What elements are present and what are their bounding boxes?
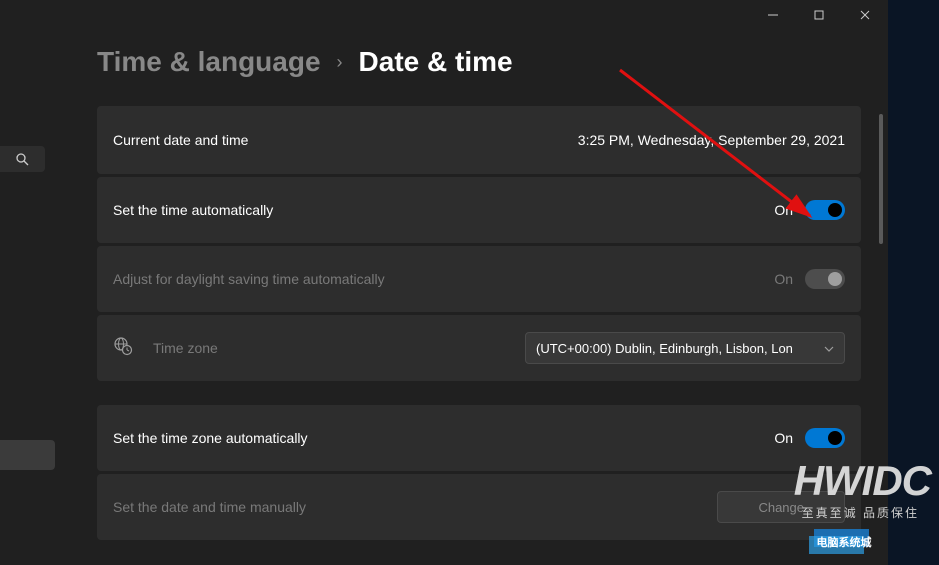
row-label: Set the time automatically xyxy=(113,202,273,218)
breadcrumb: Time & language › Date & time xyxy=(97,46,888,78)
toggle-state-label: On xyxy=(774,430,793,446)
close-button[interactable] xyxy=(842,0,888,30)
row-current-datetime: Current date and time 3:25 PM, Wednesday… xyxy=(97,106,861,174)
toggle-state-label: On xyxy=(774,202,793,218)
chevron-down-icon xyxy=(824,339,834,357)
row-auto-timezone: Set the time zone automatically On xyxy=(97,405,861,471)
sidebar-selected-item[interactable] xyxy=(0,440,55,470)
chevron-right-icon: › xyxy=(337,52,343,73)
row-label: Set the date and time manually xyxy=(113,499,306,515)
titlebar xyxy=(0,0,888,30)
settings-rows: Current date and time 3:25 PM, Wednesday… xyxy=(97,106,861,540)
row-label: Set the time zone automatically xyxy=(113,430,308,446)
row-label: Current date and time xyxy=(113,132,248,148)
auto-timezone-toggle[interactable] xyxy=(805,428,845,448)
row-dst: Adjust for daylight saving time automati… xyxy=(97,246,861,312)
breadcrumb-parent[interactable]: Time & language xyxy=(97,46,321,78)
row-timezone: Time zone (UTC+00:00) Dublin, Edinburgh,… xyxy=(97,315,861,381)
row-manual-datetime: Set the date and time manually Change xyxy=(97,474,861,540)
dst-toggle xyxy=(805,269,845,289)
timezone-dropdown[interactable]: (UTC+00:00) Dublin, Edinburgh, Lisbon, L… xyxy=(525,332,845,364)
scrollbar[interactable] xyxy=(879,114,883,244)
change-button: Change xyxy=(717,491,845,523)
maximize-button[interactable] xyxy=(796,0,842,30)
search-button[interactable] xyxy=(0,146,45,172)
content-area: Time & language › Date & time Current da… xyxy=(0,46,888,540)
row-auto-time: Set the time automatically On xyxy=(97,177,861,243)
row-label: Adjust for daylight saving time automati… xyxy=(113,271,385,287)
current-datetime-value: 3:25 PM, Wednesday, September 29, 2021 xyxy=(578,132,845,148)
dropdown-value: (UTC+00:00) Dublin, Edinburgh, Lisbon, L… xyxy=(536,341,793,356)
minimize-button[interactable] xyxy=(750,0,796,30)
row-label: Time zone xyxy=(153,340,218,356)
globe-clock-icon xyxy=(113,336,133,361)
settings-window: Time & language › Date & time Current da… xyxy=(0,0,888,565)
toggle-state-label: On xyxy=(774,271,793,287)
breadcrumb-current: Date & time xyxy=(359,46,513,78)
auto-time-toggle[interactable] xyxy=(805,200,845,220)
